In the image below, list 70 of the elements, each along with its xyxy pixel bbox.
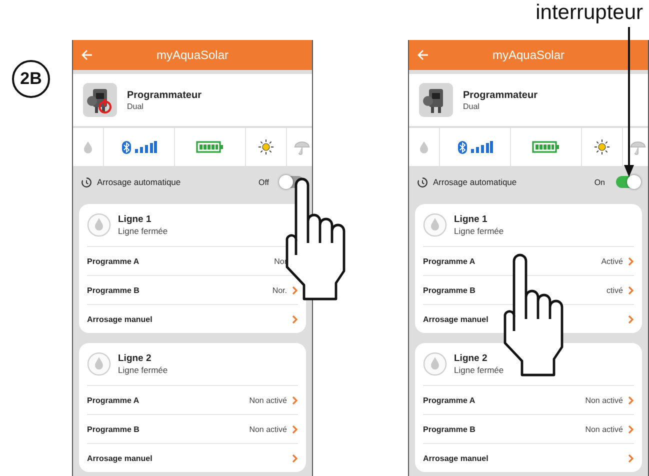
device-name: Programmateur bbox=[127, 90, 202, 100]
menu-item-label[interactable]: Programme B bbox=[423, 286, 573, 294]
valve-icon bbox=[87, 213, 111, 237]
program-status: Nor bbox=[273, 256, 287, 266]
timer-icon bbox=[417, 176, 428, 188]
program-status: Non activé bbox=[584, 424, 623, 434]
sun-icon bbox=[594, 139, 610, 155]
timer-icon bbox=[81, 176, 92, 188]
chevron-icon[interactable] bbox=[292, 396, 298, 404]
program-status: Activé bbox=[600, 256, 623, 266]
line-status: Ligne fermée bbox=[118, 226, 168, 236]
device-name: Programmateur bbox=[463, 90, 538, 100]
menu-item-label[interactable]: Programme B bbox=[87, 286, 237, 294]
battery-icon bbox=[532, 141, 560, 153]
auto-watering-switch[interactable] bbox=[616, 176, 640, 188]
step-badge: 2B bbox=[12, 60, 50, 98]
chevron-icon[interactable] bbox=[292, 454, 298, 462]
valve-icon bbox=[87, 352, 111, 376]
chevron-icon[interactable] bbox=[292, 424, 298, 434]
program-status: Non activé bbox=[248, 396, 287, 404]
menu-item-label[interactable]: Arrosage manuel bbox=[423, 314, 628, 324]
app-title: myAquaSolar bbox=[156, 48, 229, 62]
menu-item-label[interactable]: Programme A bbox=[423, 396, 573, 404]
menu-item-label[interactable]: Programme A bbox=[87, 256, 237, 266]
line-status: Ligne fermée bbox=[454, 365, 504, 375]
device-model: Dual bbox=[463, 102, 480, 110]
chevron-icon[interactable] bbox=[628, 256, 634, 266]
menu-item-label[interactable]: Programme B bbox=[423, 424, 573, 434]
program-status: Non activé bbox=[248, 424, 287, 434]
line-name: Ligne 1 bbox=[454, 214, 488, 225]
back-arrow-icon[interactable] bbox=[81, 49, 93, 61]
device-model: Dual bbox=[127, 102, 144, 110]
menu-item-label[interactable]: Arrosage manuel bbox=[423, 454, 628, 462]
line-status: Ligne fermée bbox=[118, 365, 168, 375]
battery-icon bbox=[196, 141, 224, 153]
valve-icon bbox=[423, 213, 447, 237]
line-name: Ligne 2 bbox=[454, 353, 488, 364]
menu-item-label[interactable]: Programme A bbox=[423, 256, 573, 266]
chevron-icon[interactable] bbox=[292, 314, 298, 324]
chevron-icon[interactable] bbox=[628, 396, 634, 404]
menu-item-label[interactable]: Programme A bbox=[87, 396, 237, 404]
chevron-icon[interactable] bbox=[628, 454, 634, 462]
bluetooth-icon bbox=[458, 140, 466, 154]
auto-watering-label: Arrosage automatique bbox=[433, 177, 518, 187]
auto-watering-label: Arrosage automatique bbox=[97, 177, 182, 187]
signal-icon bbox=[470, 141, 492, 153]
chevron-icon[interactable] bbox=[628, 286, 634, 294]
back-arrow-icon[interactable] bbox=[417, 49, 429, 61]
valve-icon bbox=[423, 352, 447, 376]
line-name: Ligne 1 bbox=[118, 214, 152, 225]
menu-item-label[interactable]: Programme B bbox=[87, 424, 237, 434]
menu-item-label[interactable]: Arrosage manuel bbox=[87, 454, 292, 462]
chevron-icon[interactable] bbox=[628, 314, 634, 324]
program-status: Non activé bbox=[584, 396, 623, 404]
callout-label: interrupteur bbox=[536, 0, 643, 26]
program-status: ctivé bbox=[606, 286, 623, 294]
chevron-icon[interactable] bbox=[628, 424, 634, 434]
app-title: myAquaSolar bbox=[492, 48, 565, 62]
menu-item-label[interactable]: Arrosage manuel bbox=[87, 314, 292, 324]
umbrella-icon bbox=[294, 139, 310, 155]
line-status: Ligne fermée bbox=[454, 226, 504, 236]
signal-icon bbox=[134, 141, 156, 153]
chevron-icon[interactable] bbox=[292, 286, 298, 294]
bluetooth-icon bbox=[122, 140, 130, 154]
switch-state-text: On bbox=[594, 178, 605, 186]
sun-icon bbox=[258, 139, 274, 155]
line-name: Ligne 2 bbox=[118, 353, 152, 364]
program-status: Nor. bbox=[271, 286, 287, 294]
switch-state-text: Off bbox=[258, 178, 269, 186]
umbrella-icon bbox=[630, 139, 646, 155]
